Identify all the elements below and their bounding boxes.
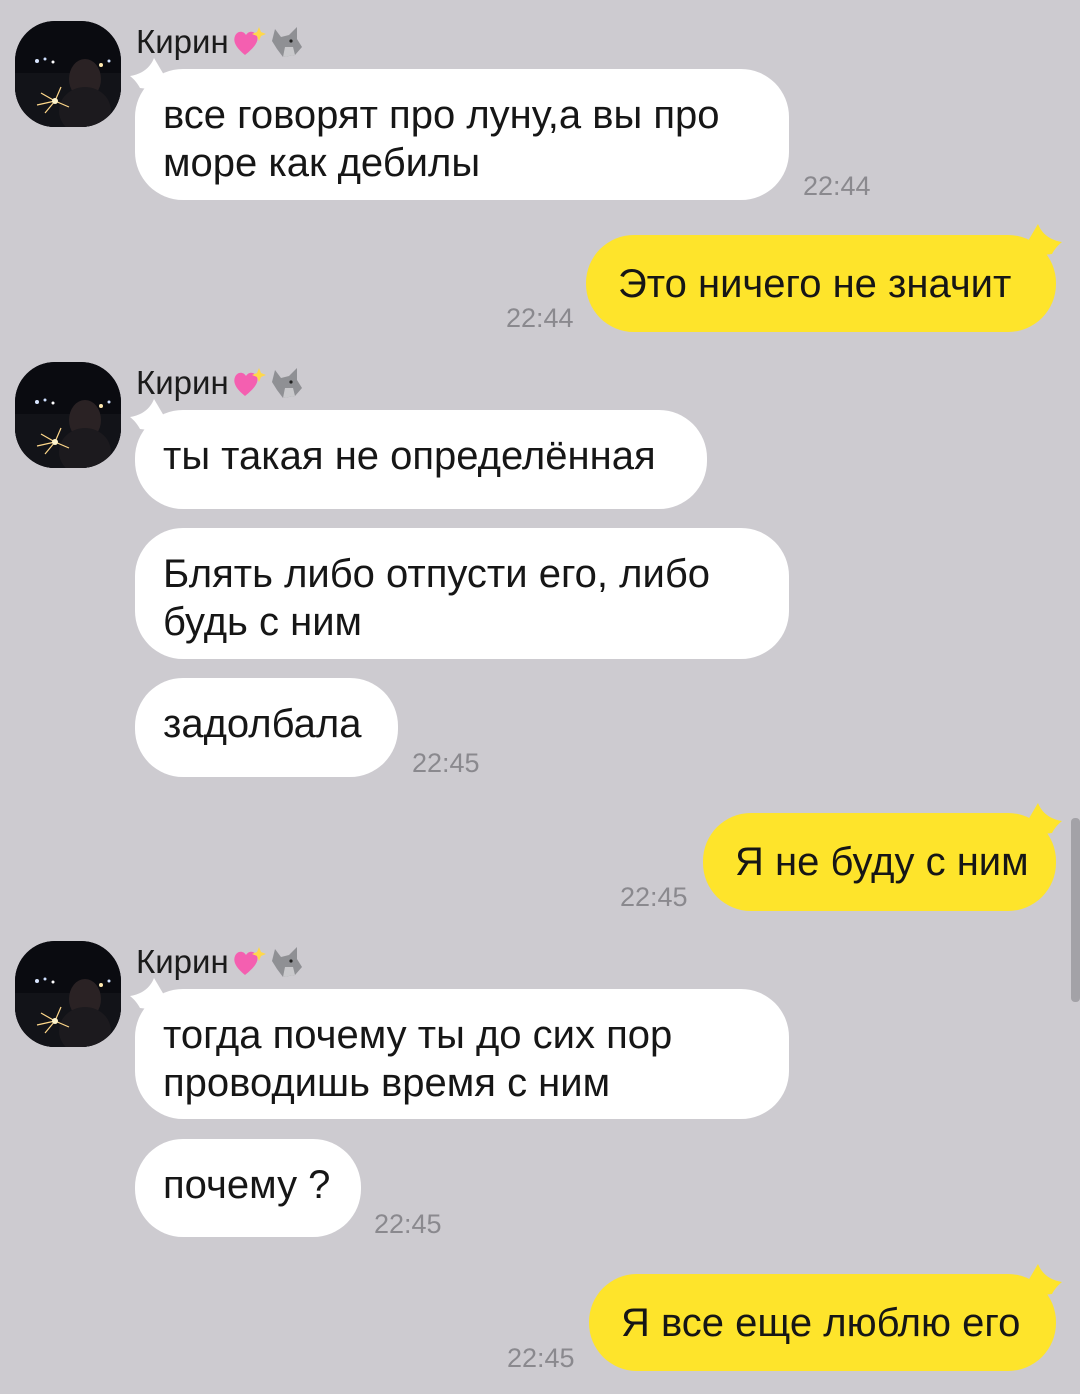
message-line: почему ? <box>163 1163 331 1207</box>
message-line: Я не буду с ним <box>735 840 1029 884</box>
message-line: ты такая не определённая <box>163 434 656 478</box>
contact-avatar[interactable] <box>15 362 121 468</box>
wolf-icon <box>271 947 302 977</box>
contact-avatar[interactable] <box>15 21 121 127</box>
sender-name-text: Кирин <box>136 364 229 401</box>
sparkling-heart-icon <box>233 27 266 55</box>
sender-name: Кирин <box>136 942 305 982</box>
contact-avatar[interactable] <box>15 941 121 1047</box>
message-timestamp: 22:44 <box>506 303 574 333</box>
avatar-image <box>15 941 121 1047</box>
message-line: проводишь время с ним <box>163 1061 611 1105</box>
incoming-message-bubble[interactable]: ты такая не определённая <box>135 410 707 509</box>
incoming-message-bubble[interactable]: задолбала <box>135 678 398 777</box>
outgoing-message-bubble[interactable]: Я не буду с ним <box>703 813 1056 911</box>
message-timestamp: 22:44 <box>803 171 871 201</box>
message-line: будь с ним <box>163 600 363 644</box>
avatar-image <box>15 21 121 127</box>
message-line: тогда почему ты до сих пор <box>163 1013 673 1057</box>
message-line: Это ничего не значит <box>618 262 1012 306</box>
message-line: Блять либо отпусти его, либо <box>163 552 710 596</box>
message-timestamp: 22:45 <box>507 1343 575 1373</box>
sparkling-heart-icon <box>233 947 266 975</box>
sparkling-heart-icon <box>233 368 266 396</box>
scrollbar[interactable] <box>1071 818 1080 1002</box>
sender-name: Кирин <box>136 363 305 403</box>
message-line: все говорят про луну,а вы про <box>163 93 720 137</box>
message-line: море как дебилы <box>163 141 481 185</box>
message-line: задолбала <box>163 702 362 746</box>
incoming-message-bubble[interactable]: Блять либо отпусти его, либо будь с ним <box>135 528 789 659</box>
sender-name: Кирин <box>136 22 305 62</box>
message-timestamp: 22:45 <box>374 1209 442 1239</box>
wolf-icon <box>271 368 302 398</box>
incoming-message-bubble[interactable]: все говорят про луну,а вы про море как д… <box>135 69 789 200</box>
incoming-message-bubble[interactable]: почему ? <box>135 1139 361 1237</box>
sender-name-text: Кирин <box>136 23 229 60</box>
message-timestamp: 22:45 <box>412 748 480 778</box>
sender-name-text: Кирин <box>136 943 229 980</box>
wolf-icon <box>271 27 302 57</box>
outgoing-message-bubble[interactable]: Я все еще люблю его <box>589 1274 1056 1371</box>
message-line: Я все еще люблю его <box>621 1301 1021 1345</box>
message-timestamp: 22:45 <box>620 882 688 912</box>
avatar-image <box>15 362 121 468</box>
incoming-message-bubble[interactable]: тогда почему ты до сих пор проводишь вре… <box>135 989 789 1119</box>
outgoing-message-bubble[interactable]: Это ничего не значит <box>586 235 1056 332</box>
